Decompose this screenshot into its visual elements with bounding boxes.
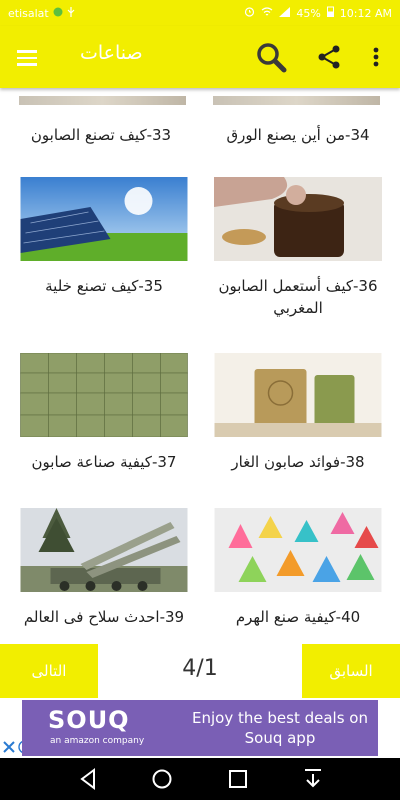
back-icon[interactable]: [76, 766, 102, 792]
battery-percent: 45%: [296, 6, 321, 20]
signal-icon: [279, 6, 291, 20]
card-title: 33-كيف تصنع الصابون: [30, 126, 172, 144]
list-item[interactable]: 40-كيفية صنع الهرم: [213, 508, 383, 628]
previous-button[interactable]: السابق: [302, 644, 400, 698]
search-icon[interactable]: [254, 40, 288, 74]
close-icon[interactable]: [2, 740, 16, 754]
partial-thumbnail: [213, 96, 380, 105]
article-grid[interactable]: 34-من أين يصنع الورق 33-كيف تصنع الصابون…: [0, 88, 400, 640]
partial-thumbnail: [19, 96, 186, 105]
card-title: 40-كيفية صنع الهرم: [235, 608, 361, 626]
ad-brand-logo: SOUQ: [48, 706, 130, 734]
next-button[interactable]: التالى: [0, 644, 98, 698]
list-item[interactable]: 33-كيف تصنع الصابون: [16, 106, 186, 146]
thumbnail-image: [214, 353, 382, 437]
share-icon[interactable]: [314, 42, 344, 72]
battery-icon: [326, 6, 334, 20]
whatsapp-notification-icon: [53, 7, 63, 20]
more-vert-icon[interactable]: [366, 42, 386, 72]
ad-banner-container: SOUQ an amazon company Enjoy the best de…: [0, 700, 400, 758]
ad-banner[interactable]: SOUQ an amazon company Enjoy the best de…: [22, 700, 378, 756]
clock: 10:12 AM: [339, 6, 392, 20]
alarm-icon: [244, 6, 255, 20]
hamburger-menu-icon[interactable]: [14, 46, 48, 68]
thumbnail-image: [20, 177, 188, 261]
list-item[interactable]: 34-من أين يصنع الورق: [213, 106, 383, 146]
carrier-label: etisalat: [8, 6, 49, 20]
card-title: 38-فوائد صابون الغار: [231, 453, 365, 471]
list-item[interactable]: 39-احدث سلاح فى العالم: [19, 508, 189, 628]
usb-icon: [67, 6, 75, 20]
list-item[interactable]: 38-فوائد صابون الغار: [213, 353, 383, 473]
ad-brand-sub: an amazon company: [50, 736, 145, 746]
thumbnail-image: [214, 508, 382, 592]
thumbnail-image: [20, 353, 188, 437]
page-title: صناعات: [80, 42, 143, 64]
card-title: 37-كيفية صناعة صابون: [31, 453, 177, 471]
recents-icon[interactable]: [225, 766, 251, 792]
page-indicator: 4/1: [182, 656, 218, 681]
card-title: 35-كيف تصنع خلية: [45, 277, 163, 295]
list-item[interactable]: 37-كيفية صناعة صابون: [19, 353, 189, 473]
app-toolbar: صناعات: [0, 26, 400, 88]
pagination-bar: التالى 4/1 السابق: [0, 640, 400, 700]
card-title: 34-من أين يصنع الورق: [226, 126, 370, 144]
list-item[interactable]: 36-كيف أستعمل الصابون المغربي: [213, 177, 383, 319]
home-icon[interactable]: [149, 766, 175, 792]
card-title: 36-كيف أستعمل الصابون المغربي: [218, 277, 378, 317]
status-bar: etisalat 45% 10:12 AM: [0, 0, 400, 26]
wifi-icon: [261, 6, 273, 20]
system-navigation-bar: [0, 758, 400, 800]
notification-pulldown-icon[interactable]: [300, 766, 326, 792]
thumbnail-image: [20, 508, 188, 592]
ad-headline: Enjoy the best deals on Souq app: [192, 709, 368, 747]
thumbnail-image: [214, 177, 382, 261]
card-title: 39-احدث سلاح فى العالم: [23, 608, 185, 626]
list-item[interactable]: 35-كيف تصنع خلية: [19, 177, 189, 297]
